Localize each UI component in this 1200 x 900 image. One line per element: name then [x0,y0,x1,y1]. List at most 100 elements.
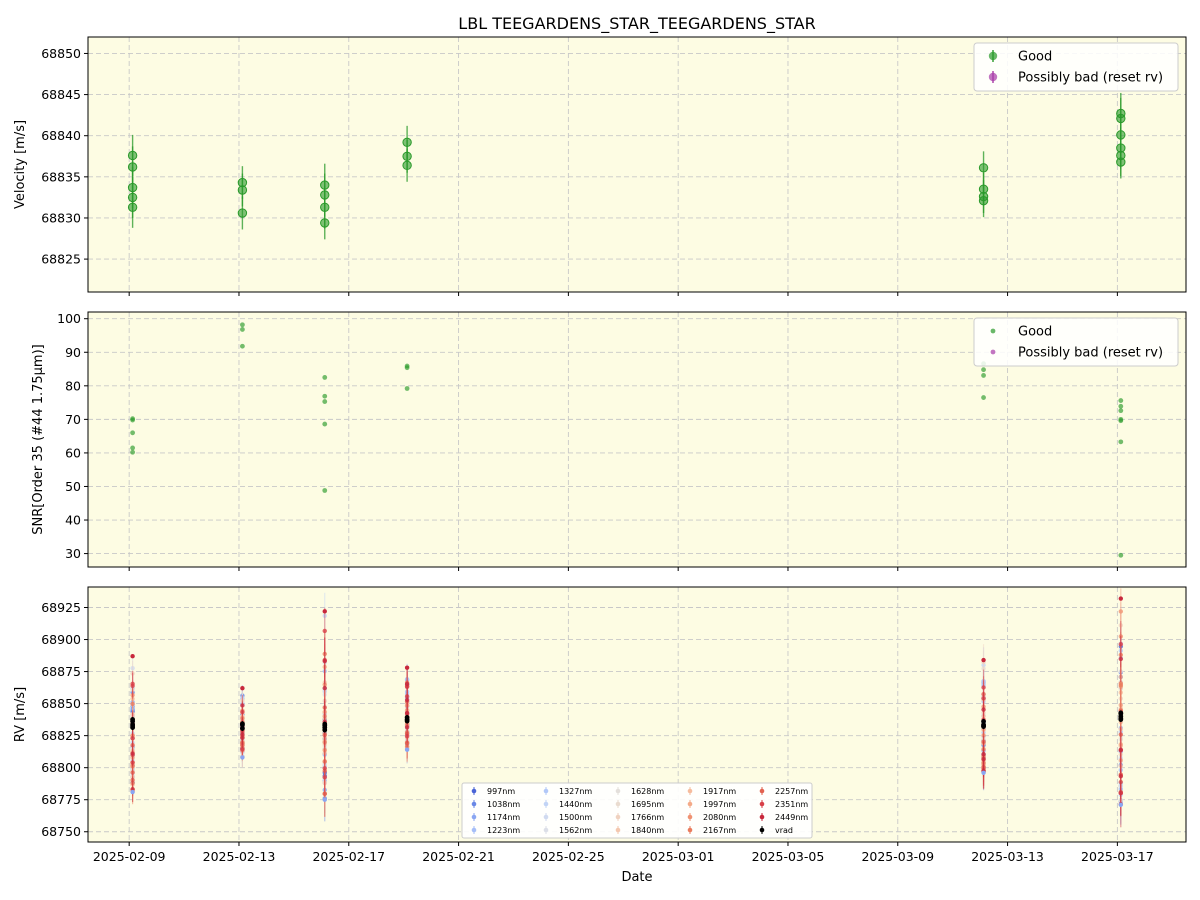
snr-point [240,327,245,332]
legend-marker [687,827,693,833]
rv-point [404,665,410,670]
legend-marker [471,801,477,807]
panels-group: 68825 68830 68835 68840 68845 68850 Velocity [… [13,36,1187,885]
legend-marker [687,814,693,820]
rv-point [240,755,245,760]
legend-label: 1174nm [487,813,520,822]
snr-point [981,395,986,400]
snr-point [240,322,245,328]
legend-marker [471,788,477,794]
rv-point [1118,596,1124,601]
legend-marker [687,788,693,794]
y-tick-label: 68850 [41,46,81,61]
vrad-point [130,725,136,730]
rv-point [404,747,410,752]
x-tick-label: 2025-02-21 [422,849,495,864]
y-tick-label: 68830 [41,210,81,225]
velocity-point [127,202,138,212]
snr-point [1118,408,1124,414]
y-tick-label: 100 [57,311,81,326]
rv-point [322,775,327,780]
snr-point [322,393,328,399]
vrad-point [240,726,245,731]
x-tick-label: 2025-03-01 [642,849,715,864]
snr-point [1118,403,1124,409]
legend-marker [615,801,621,807]
figure: LBL TEEGARDENS_STAR_TEEGARDENS_STAR 6882… [13,14,1187,885]
legend-label: 2351nm [775,800,808,809]
snr-point [981,373,986,378]
legend-good-marker [990,328,996,334]
y-axis-label: Velocity [m/s] [13,120,28,209]
rv-point [1118,656,1124,662]
rv-point [1118,802,1124,808]
y-tick-label: 30 [65,546,81,561]
legend-label: 2257nm [775,787,808,796]
velocity-point [237,185,248,195]
snr-point [130,449,136,455]
y-tick-label: 68875 [41,664,81,679]
y-tick-label: 68750 [41,824,81,839]
legend: Good Possibly bad (reset rv) [973,317,1179,367]
x-tick-label: 2025-02-13 [203,849,276,864]
legend-label: 1562nm [559,826,592,835]
velocity-point [320,218,330,228]
y-tick-label: 70 [65,412,81,427]
snr-point [130,445,136,451]
legend-bad-marker [990,349,996,355]
legend-label: vrad [775,826,793,835]
legend-marker [471,827,477,833]
legend-good-label: Good [1018,50,1052,65]
legend-bad-marker [988,72,998,82]
y-tick-label: 68850 [41,696,81,711]
rv-point [981,707,986,712]
legend-bad-label: Possibly bad (reset rv) [1018,71,1163,86]
legend-label: 1327nm [559,787,592,796]
legend-label: 1766nm [631,813,664,822]
y-tick-label: 40 [65,513,81,528]
snr-point [322,488,328,493]
y-tick-label: 68845 [41,87,81,102]
wavelength-legend: 997nm 1038nm 1174nm 1223nm 1327nm 1440nm 1500n… [461,782,813,839]
legend-marker [543,788,549,794]
rv-point [981,770,986,776]
legend-label: 1840nm [631,826,664,835]
rv-point [322,658,327,664]
legend-marker [615,827,621,833]
legend-bad-label: Possibly bad (reset rv) [1018,346,1163,361]
rv-point [130,701,135,707]
snr-point [1118,418,1124,424]
rv-point [322,609,327,614]
legend-marker [543,801,549,807]
rv-point [1118,774,1124,779]
legend-marker [615,788,621,794]
rv-point [404,697,410,703]
rv-point [130,751,135,756]
snr-point [322,375,328,380]
snr-point [981,367,986,373]
rv-point [240,735,245,741]
x-tick-label: 2025-03-13 [971,849,1044,864]
legend-good-label: Good [1018,325,1052,340]
legend-label: 1440nm [559,800,592,809]
y-tick-label: 80 [65,378,81,393]
x-tick-label: 2025-02-09 [93,849,166,864]
y-tick-label: 68840 [41,128,81,143]
y-tick-label: 68900 [41,632,81,647]
snr-point [130,417,136,423]
y-tick-label: 68835 [41,169,81,184]
x-axis-label: Date [621,870,652,885]
vrad-point [1118,717,1124,722]
rv-point [1118,609,1124,614]
legend-marker [543,827,549,833]
rv-point [240,686,245,691]
legend-label: 1628nm [631,787,664,796]
y-tick-label: 68800 [41,760,81,775]
legend-label: 1695nm [631,800,664,809]
y-tick-label: 90 [65,345,81,360]
snr-point [1118,398,1124,403]
legend-label: 1223nm [487,826,520,835]
y-axis-label: SNR[Order 35 (#44 1.75μm)] [31,344,46,535]
legend-marker [759,801,765,807]
y-tick-label: 68775 [41,792,81,807]
